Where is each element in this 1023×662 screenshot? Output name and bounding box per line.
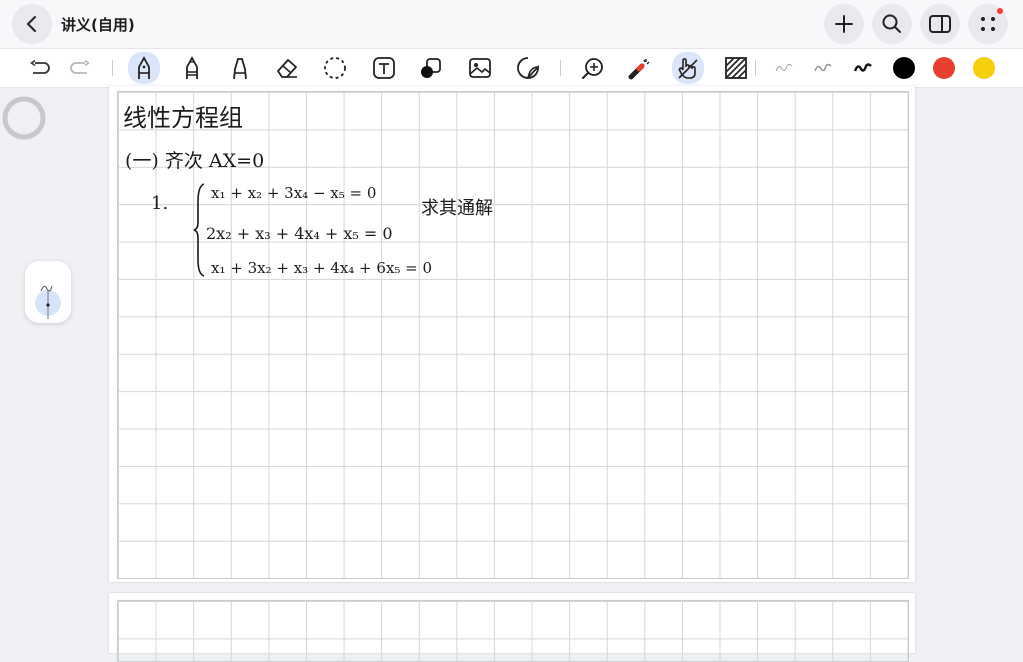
- top-bar: 讲义(自用): [0, 0, 1023, 48]
- note-heading: 线性方程组: [123, 104, 243, 132]
- divider: [755, 60, 756, 76]
- laser-pointer-icon: [628, 59, 650, 80]
- color-swatch-yellow[interactable]: [973, 57, 995, 79]
- back-button[interactable]: [12, 4, 52, 44]
- add-button[interactable]: [824, 4, 864, 44]
- hand-touch-tool[interactable]: [672, 52, 704, 84]
- shapes-tool[interactable]: [416, 54, 446, 82]
- stroke-width-medium[interactable]: [808, 54, 838, 82]
- text-tool[interactable]: [369, 54, 399, 82]
- equation-1: x₁ + x₂ + 3x₄ − x₅ = 0: [211, 184, 377, 202]
- tool-bar: [0, 48, 1023, 88]
- undo-icon: [30, 60, 50, 74]
- hatch-tool[interactable]: [721, 54, 751, 82]
- highlighter-tool[interactable]: [225, 54, 255, 82]
- stroke-medium-icon: [814, 63, 832, 72]
- divider: [112, 60, 113, 76]
- fountain-pen-icon: [138, 56, 150, 79]
- assistive-touch-ring[interactable]: [2, 96, 46, 140]
- laser-pointer-tool[interactable]: [625, 54, 655, 82]
- sticker-tool[interactable]: [513, 54, 543, 82]
- floating-pen-widget[interactable]: [25, 261, 71, 323]
- zoom-tool[interactable]: [578, 54, 608, 82]
- color-swatch-red[interactable]: [933, 57, 955, 79]
- system-brace-icon: [193, 183, 205, 277]
- hatch-pattern-icon: [725, 57, 747, 79]
- sticker-icon: [517, 57, 539, 79]
- note-page[interactable]: 线性方程组 (一) 齐次 AX=0 1. x₁ + x₂ + 3x₄ − x₅ …: [109, 86, 915, 582]
- image-tool[interactable]: [465, 54, 495, 82]
- plus-icon: [835, 15, 853, 33]
- next-note-page[interactable]: [109, 593, 915, 662]
- eraser-icon: [277, 59, 297, 78]
- highlighter-icon: [233, 58, 247, 80]
- chevron-left-icon: [27, 16, 36, 32]
- zoom-icon: [582, 58, 603, 79]
- undo-button[interactable]: [25, 54, 55, 82]
- hand-touch-icon: [678, 58, 698, 79]
- equation-2: 2x₂ + x₃ + 4x₄ + x₅ = 0: [206, 224, 393, 243]
- item-number: 1.: [151, 193, 169, 214]
- search-button[interactable]: [872, 4, 912, 44]
- section-title: (一) 齐次 AX=0: [125, 150, 265, 172]
- fountain-pen-tool[interactable]: [128, 52, 160, 84]
- grid-paper: [117, 600, 909, 662]
- stroke-thin-icon: [775, 64, 793, 72]
- stroke-thick-icon: [853, 63, 872, 72]
- sidebar-toggle-button[interactable]: [920, 4, 960, 44]
- stroke-width-thick[interactable]: [848, 54, 878, 82]
- pencil-icon: [186, 56, 198, 79]
- stroke-width-thin[interactable]: [769, 54, 799, 82]
- divider: [560, 60, 561, 76]
- pen-preview-icon: [35, 285, 61, 319]
- more-button[interactable]: [968, 4, 1008, 44]
- shapes-icon: [421, 58, 441, 78]
- lasso-icon: [324, 57, 346, 79]
- text-box-icon: [373, 57, 395, 79]
- notification-dot: [997, 8, 1003, 14]
- redo-icon: [70, 60, 90, 74]
- sidebar-panel-icon: [929, 15, 951, 33]
- more-dots-icon: [981, 17, 995, 31]
- lasso-tool[interactable]: [320, 54, 350, 82]
- document-title: 讲义(自用): [61, 16, 135, 34]
- ring-icon: [2, 96, 46, 140]
- eraser-tool[interactable]: [272, 54, 302, 82]
- equation-3: x₁ + 3x₂ + x₃ + 4x₄ + 6x₅ = 0: [211, 259, 433, 277]
- side-note: 求其通解: [421, 198, 493, 219]
- color-swatch-black[interactable]: [893, 57, 915, 79]
- pencil-tool[interactable]: [177, 54, 207, 82]
- redo-button[interactable]: [65, 54, 95, 82]
- image-icon: [469, 58, 491, 78]
- search-icon: [882, 14, 901, 33]
